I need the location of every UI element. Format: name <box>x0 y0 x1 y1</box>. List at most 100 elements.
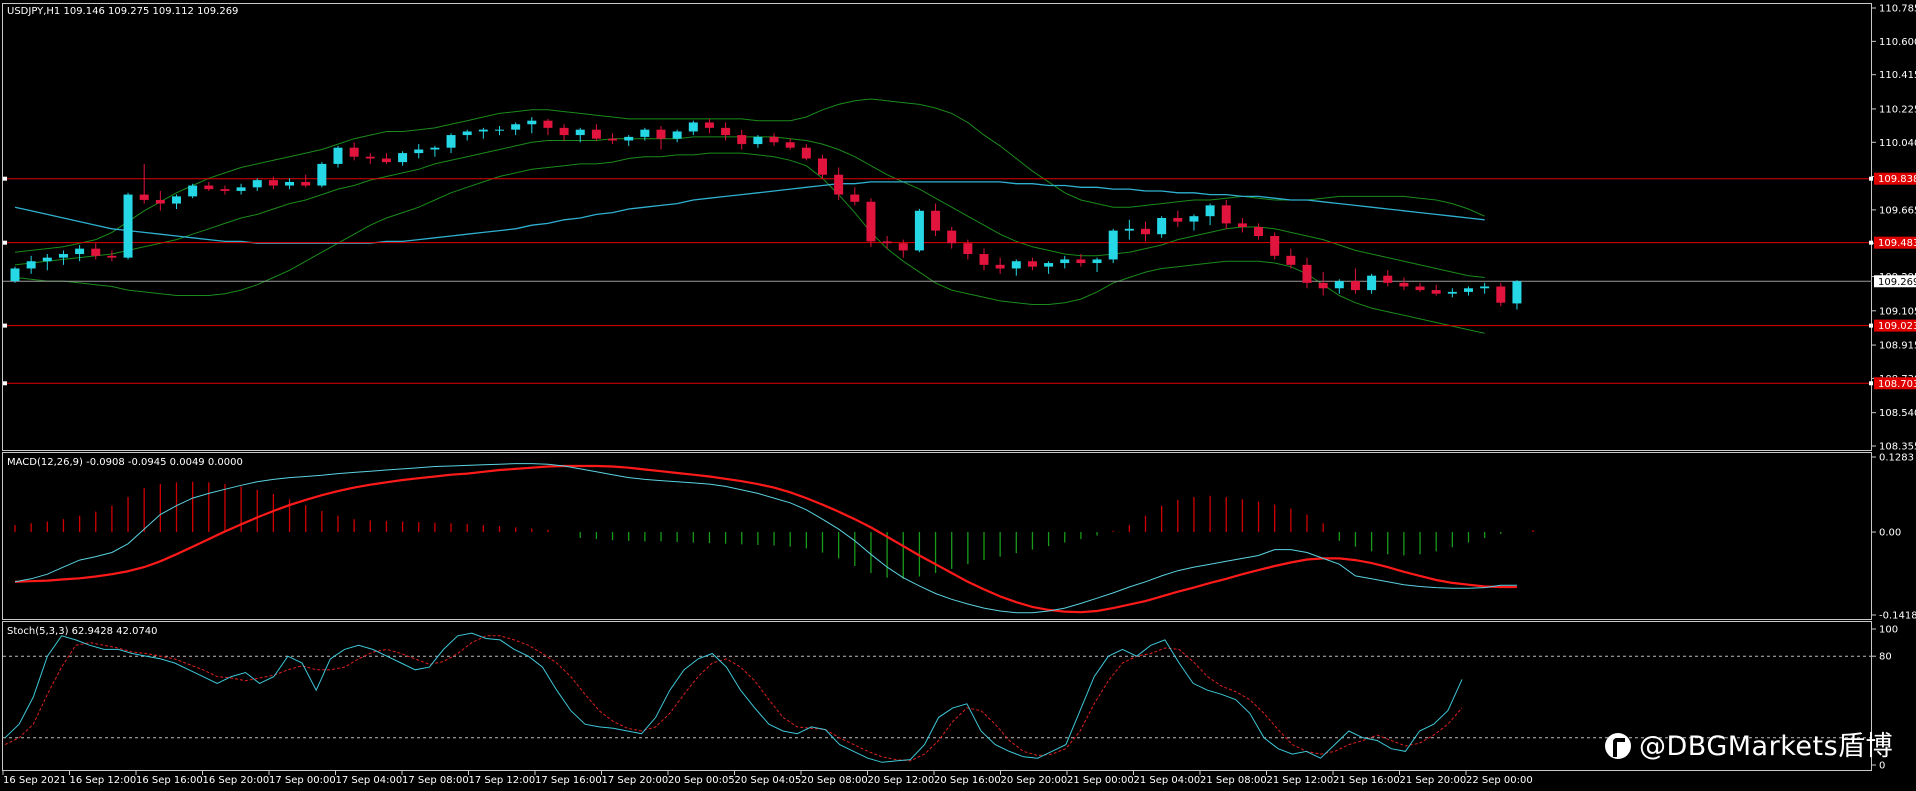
time-tick-label: 20 Sep 04:05 <box>735 775 802 786</box>
candle-body <box>1383 275 1393 283</box>
bollinger-upper-line <box>14 98 1485 253</box>
level-price-label: 108.703 <box>1878 379 1916 390</box>
candle-body <box>931 210 941 231</box>
candle-body <box>1270 236 1280 256</box>
candle-body <box>42 257 52 262</box>
candle-body <box>1334 281 1344 289</box>
candle-body <box>1350 281 1360 291</box>
level-price-label: 109.483 <box>1878 238 1916 249</box>
candle-body <box>26 261 36 269</box>
candle-body <box>979 254 989 265</box>
candle-body <box>1464 288 1473 292</box>
candle-body <box>1318 282 1328 289</box>
macd-signal-line <box>14 464 1517 614</box>
candle-body <box>591 129 601 139</box>
level-handle-left <box>3 381 7 386</box>
time-tick-label: 20 Sep 20:00 <box>1001 775 1068 786</box>
candle-body <box>1092 259 1102 264</box>
candle-body <box>624 136 634 141</box>
candle-body <box>1221 205 1231 224</box>
candle-body <box>478 129 488 132</box>
candle-body <box>268 180 278 186</box>
price-tick-label: 108.915 <box>1879 341 1916 352</box>
level-handle-right <box>1869 176 1873 181</box>
candle-body <box>1124 228 1134 231</box>
candle-body <box>1189 216 1199 222</box>
horizontal-levels[interactable]: 109.838 109.483 109.023 108.703 109.269 <box>3 172 1916 390</box>
candle-body <box>155 199 165 204</box>
time-tick-label: 17 Sep 12:00 <box>469 775 536 786</box>
candle-body <box>333 147 343 164</box>
time-tick-label: 20 Sep 00:05 <box>668 775 735 786</box>
candle-body <box>785 142 795 148</box>
price-tick-label: 108.540 <box>1879 408 1916 419</box>
candlesticks <box>10 117 1522 310</box>
candle-body <box>301 181 311 186</box>
time-tick-label: 20 Sep 16:00 <box>934 775 1001 786</box>
candle-body <box>914 210 924 251</box>
stoch-panel-frame <box>2 621 1872 771</box>
symbol-header: USDJPY,H1 109.146 109.275 109.112 109.26… <box>7 6 238 17</box>
candle-body <box>139 194 149 200</box>
candle-body <box>1286 255 1296 265</box>
candle-body <box>204 185 214 190</box>
candle-body <box>1302 264 1312 283</box>
candle-body <box>1205 205 1215 217</box>
candle-body <box>1027 261 1037 267</box>
stoch-tick-label: 80 <box>1879 652 1892 663</box>
candle-body <box>1431 290 1441 294</box>
time-tick-label: 16 Sep 12:00 <box>70 775 137 786</box>
time-tick-label: 17 Sep 16:00 <box>535 775 602 786</box>
time-tick-label: 21 Sep 16:00 <box>1333 775 1400 786</box>
candle-body <box>414 149 424 154</box>
candle-body <box>1076 259 1086 264</box>
time-tick-label: 17 Sep 08:00 <box>402 775 469 786</box>
watermark-handle: @DBGMarkets盾博 <box>1639 731 1894 762</box>
candle-body <box>801 147 811 159</box>
candle-body <box>220 189 230 191</box>
time-tick-label: 21 Sep 00:00 <box>1067 775 1134 786</box>
candle-body <box>834 174 844 195</box>
candle-body <box>91 248 101 256</box>
level-handle-right <box>1869 240 1873 245</box>
candle-body <box>608 138 618 141</box>
level-price-label: 109.838 <box>1878 174 1916 185</box>
macd-tick-label: 0.00 <box>1879 528 1901 539</box>
candle-body <box>10 268 20 282</box>
trading-chart[interactable]: 110.785 110.600 110.415 110.225 110.040 109.8… <box>0 0 1916 791</box>
time-tick-label: 21 Sep 12:00 <box>1267 775 1334 786</box>
candle-body <box>495 129 504 131</box>
candle-body <box>285 181 295 186</box>
level-price-label: 109.023 <box>1878 321 1916 332</box>
price-tick-label: 110.600 <box>1879 37 1916 48</box>
candle-body <box>1415 286 1425 291</box>
candle-body <box>947 230 957 244</box>
candle-body <box>317 163 327 186</box>
candle-body <box>1254 227 1264 237</box>
price-tick-label: 109.105 <box>1879 306 1916 317</box>
candle-body <box>1399 282 1409 287</box>
candle-body <box>1447 291 1457 294</box>
time-axis: 16 Sep 2021 16 Sep 12:00 16 Sep 16:00 16 Se… <box>2 771 1533 786</box>
candle-body <box>995 264 1005 269</box>
bollinger-middle-line <box>14 136 1485 278</box>
candle-body <box>1141 228 1150 235</box>
time-tick-label: 17 Sep 20:00 <box>602 775 669 786</box>
candle-body <box>462 131 472 136</box>
candle-body <box>1108 230 1118 260</box>
macd-tick-label: -0.1418 <box>1879 611 1916 622</box>
candle-body <box>172 196 181 204</box>
candle-body <box>446 135 456 148</box>
candle-body <box>511 124 521 130</box>
time-tick-label: 16 Sep 20:00 <box>203 775 270 786</box>
candle-body <box>75 248 85 255</box>
stoch-main-line <box>4 632 1463 763</box>
time-tick-label: 21 Sep 20:00 <box>1400 775 1467 786</box>
level-handle-right <box>1869 323 1873 328</box>
time-tick-label: 21 Sep 08:00 <box>1200 775 1267 786</box>
candle-body <box>866 201 876 242</box>
candle-body <box>1512 281 1522 304</box>
time-tick-label: 16 Sep 2021 <box>3 775 66 786</box>
candle-body <box>58 254 68 258</box>
candle-body <box>688 122 698 132</box>
